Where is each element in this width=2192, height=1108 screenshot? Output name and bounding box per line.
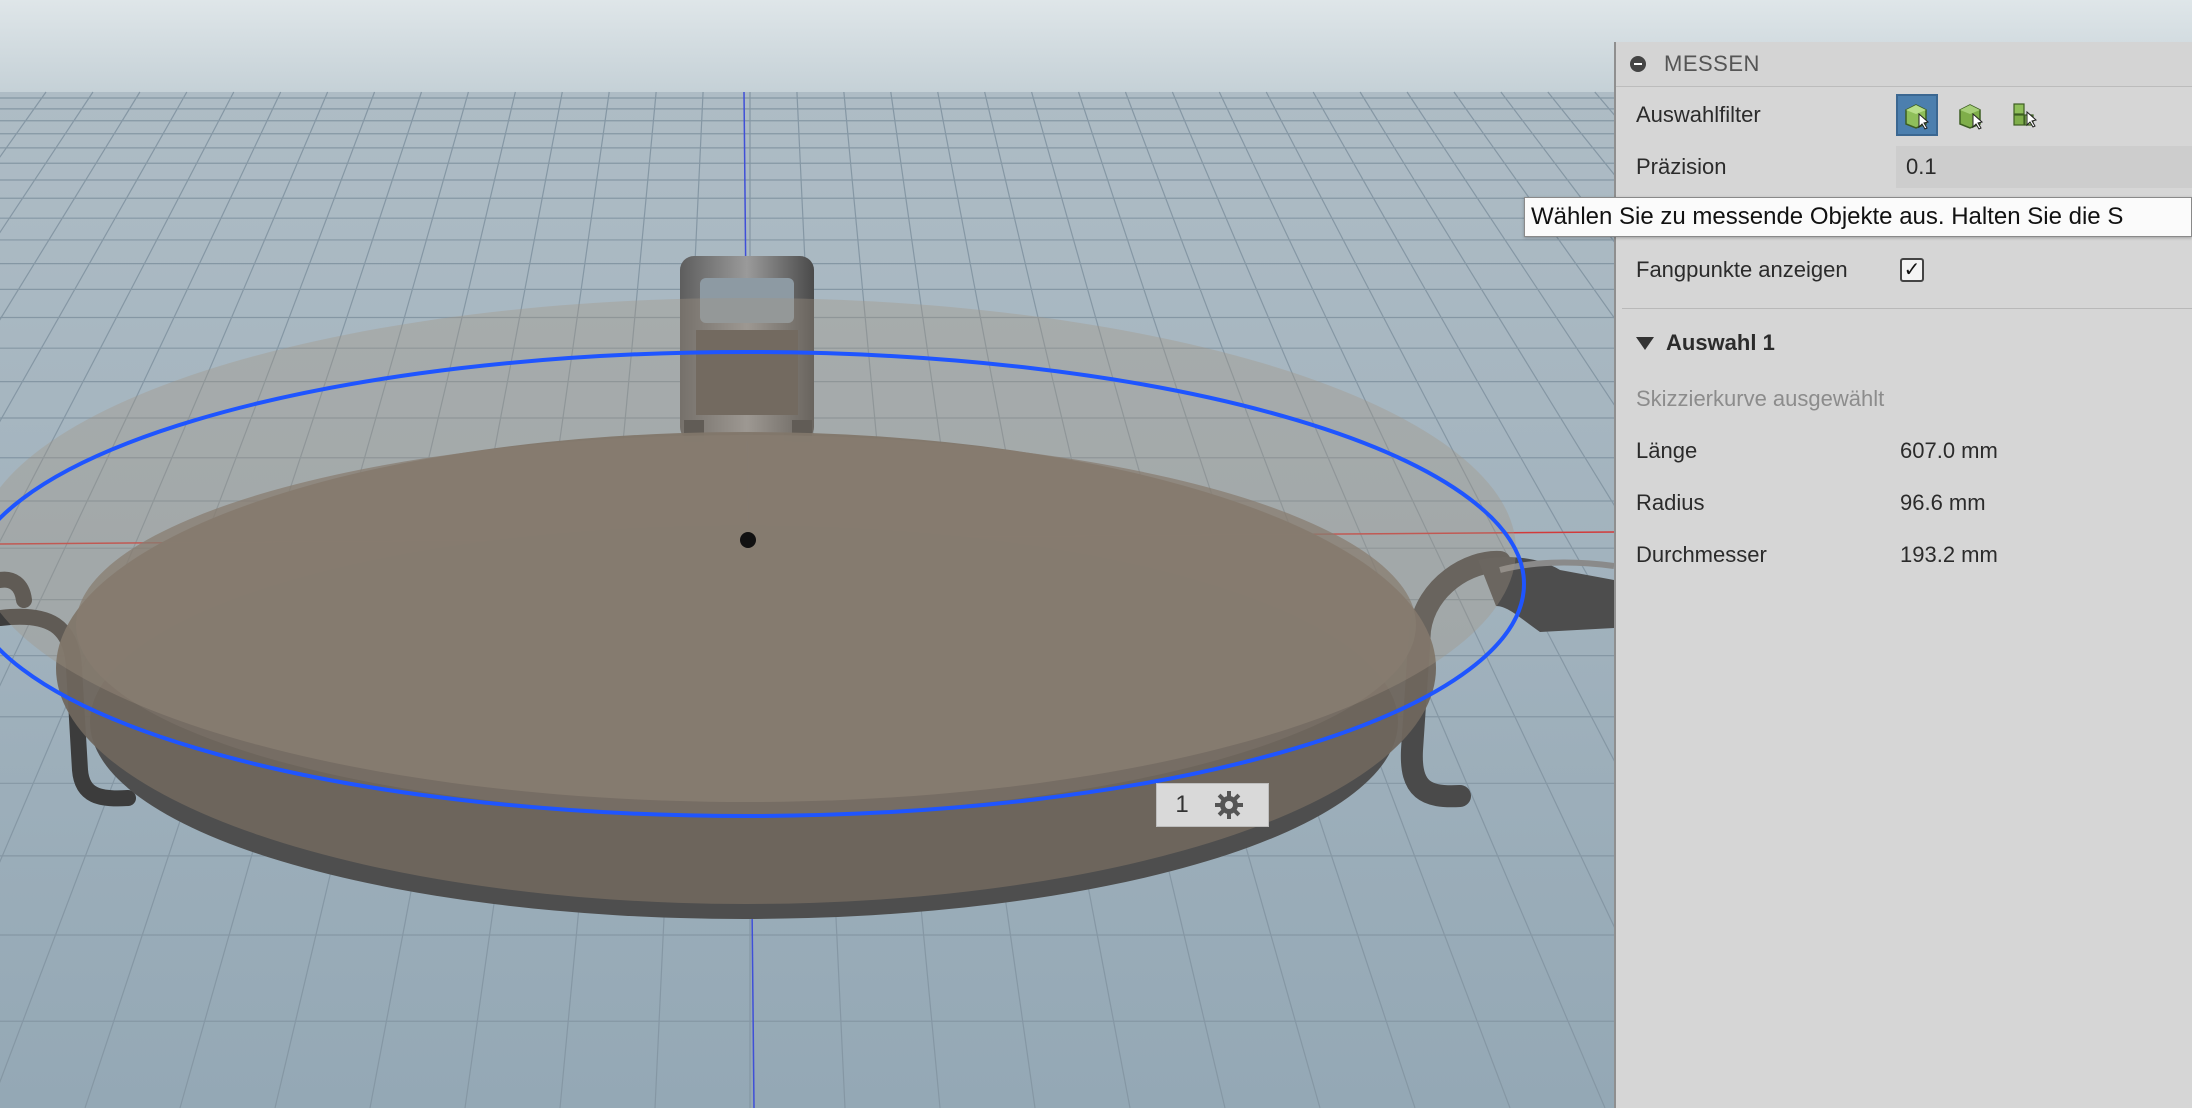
selection-mini-toolbar: 1 bbox=[1156, 783, 1269, 827]
result-value: 607.0 mm bbox=[1900, 438, 1998, 463]
selection-type-row: Skizzierkurve ausgewählt bbox=[1616, 380, 2192, 418]
snap-points-label: Fangpunkte anzeigen bbox=[1636, 257, 1848, 282]
section-title: Auswahl 1 bbox=[1666, 330, 1775, 355]
precision-label: Präzision bbox=[1636, 154, 1727, 179]
selection-section-header[interactable]: Auswahl 1 bbox=[1636, 330, 1775, 356]
result-row: Radius 96.6 mm bbox=[1616, 484, 2192, 522]
panel-title: MESSEN bbox=[1664, 51, 1760, 76]
select-body-icon[interactable] bbox=[1896, 94, 1938, 136]
snap-points-checkbox[interactable]: ✓ bbox=[1900, 258, 1924, 282]
precision-row: Präzision 0.1 bbox=[1616, 146, 2192, 188]
pan-body bbox=[0, 298, 1516, 919]
result-value: 96.6 mm bbox=[1900, 490, 1986, 515]
select-face-icon[interactable] bbox=[1950, 94, 1992, 136]
result-label: Radius bbox=[1636, 490, 1705, 515]
origin-point[interactable] bbox=[740, 532, 756, 548]
selection-type-text: Skizzierkurve ausgewählt bbox=[1636, 386, 1885, 411]
snap-points-row: Fangpunkte anzeigen ✓ bbox=[1616, 250, 2192, 290]
expand-triangle-icon bbox=[1636, 336, 1654, 350]
result-label: Länge bbox=[1636, 438, 1698, 463]
selection-filter-label: Auswahlfilter bbox=[1636, 102, 1761, 127]
tooltip: Wählen Sie zu messende Objekte aus. Halt… bbox=[1524, 197, 2192, 237]
gear-icon[interactable] bbox=[1207, 783, 1251, 827]
collapse-icon[interactable] bbox=[1630, 56, 1646, 72]
panel-header: MESSEN bbox=[1616, 42, 2192, 87]
result-row: Durchmesser 193.2 mm bbox=[1616, 536, 2192, 574]
selection-filter-row: Auswahlfilter bbox=[1616, 92, 2192, 138]
selection-count: 1 bbox=[1175, 791, 1189, 818]
precision-dropdown[interactable]: 0.1 bbox=[1896, 146, 2192, 188]
section-divider bbox=[1622, 308, 2192, 309]
result-value: 193.2 mm bbox=[1900, 542, 1998, 567]
result-row: Länge 607.0 mm bbox=[1616, 432, 2192, 470]
result-label: Durchmesser bbox=[1636, 542, 1767, 567]
select-component-icon[interactable] bbox=[2004, 94, 2046, 136]
